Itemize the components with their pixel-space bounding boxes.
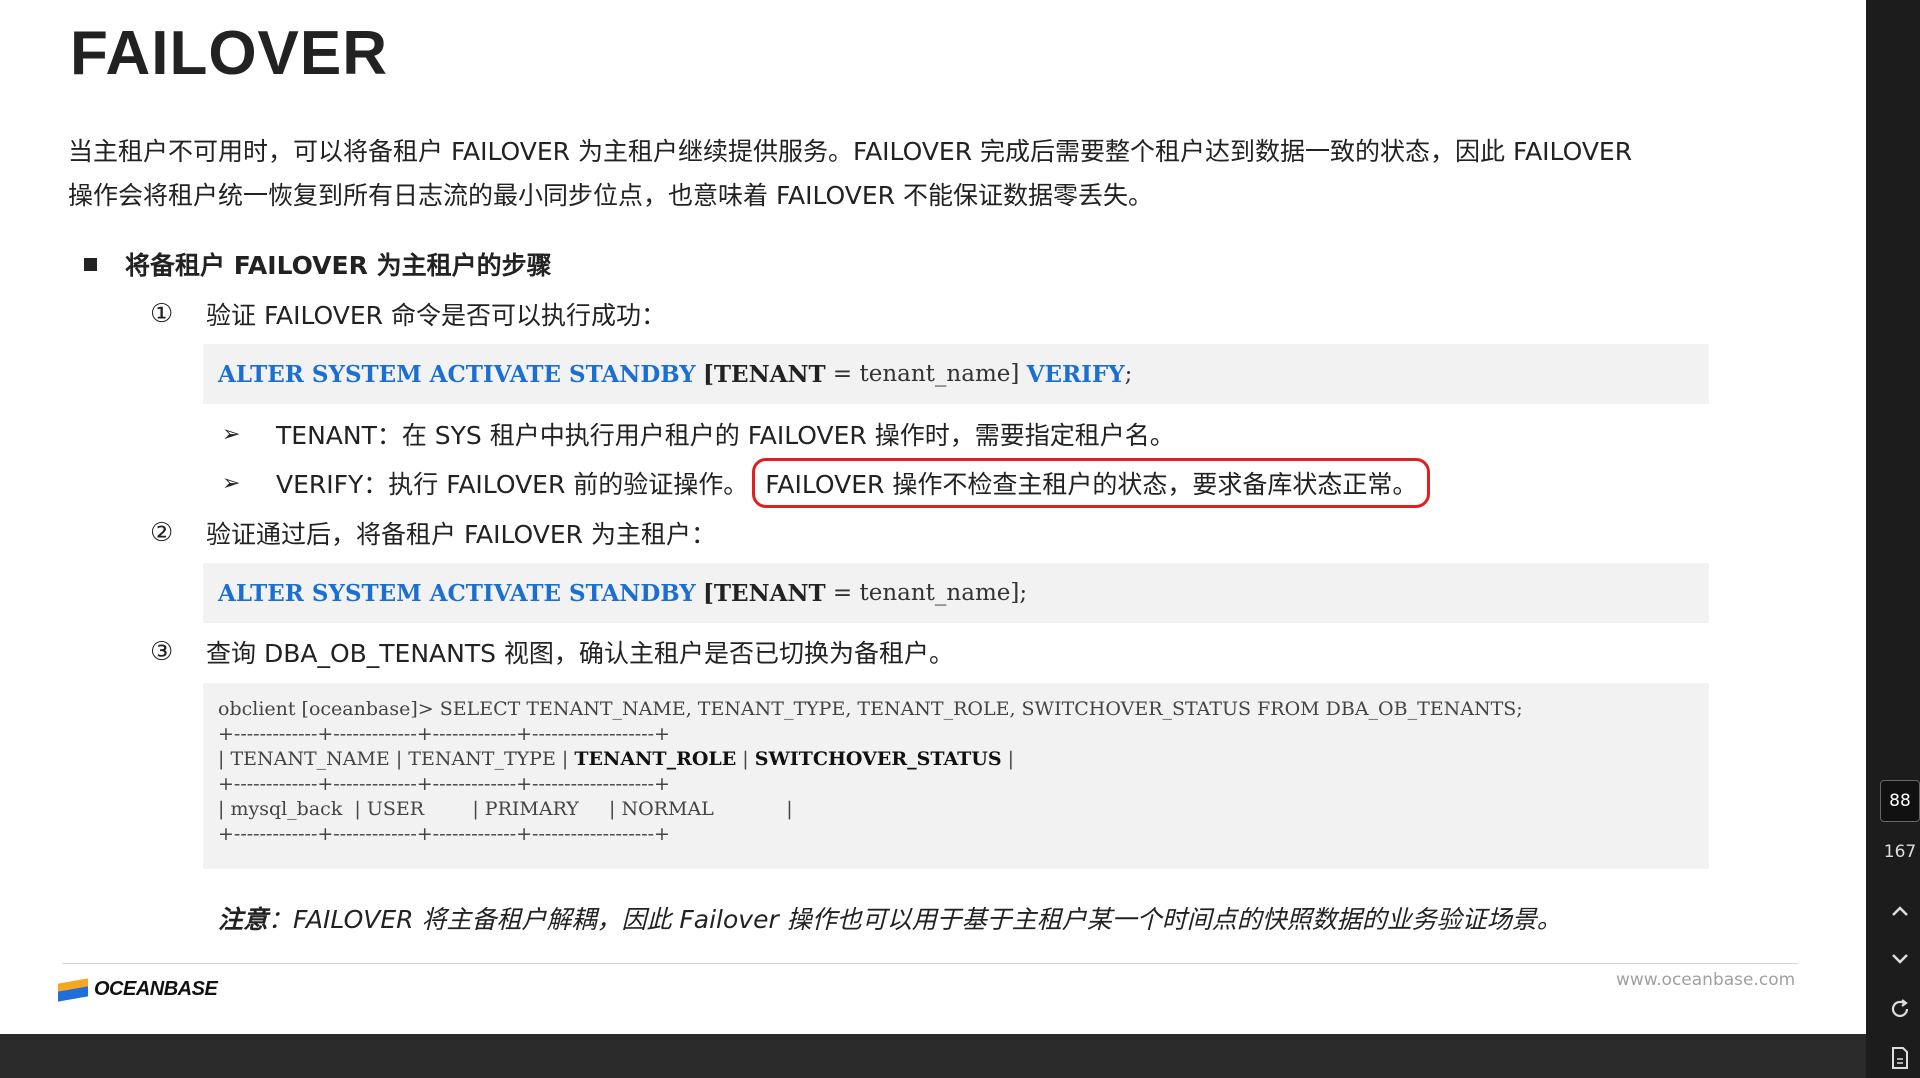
code-arg: = tenant_name]; <box>825 580 1028 606</box>
terminal-border: +-------------+-------------+-----------… <box>218 773 670 795</box>
code-keyword: ALTER SYSTEM ACTIVATE STANDBY <box>218 579 696 607</box>
document-icon[interactable] <box>1880 1046 1920 1076</box>
terminal-row: | mysql_back | USER | PRIMARY | NORMAL | <box>218 798 793 820</box>
note-text: ：FAILOVER 将主备租户解耦，因此 Failover 操作也可以用于基于主… <box>268 905 1562 934</box>
sub-item-text: VERIFY：执行 FAILOVER 前的验证操作。 <box>276 470 749 499</box>
terminal-border: +-------------+-------------+-----------… <box>218 723 670 745</box>
section-heading: 将备租户 FAILOVER 为主租户的步骤 <box>125 251 552 280</box>
footer-website: www.oceanbase.com <box>1616 970 1796 990</box>
step-3: ③ 查询 DBA_OB_TENANTS 视图，确认主租户是否已切换为备租户。 <box>150 634 954 670</box>
step-text: 验证 FAILOVER 命令是否可以执行成功： <box>206 301 666 330</box>
slide: FAILOVER 当主租户不可用时，可以将备租户 FAILOVER 为主租户继续… <box>0 0 1866 1034</box>
code-verify: VERIFY <box>1026 360 1125 388</box>
header-end: | <box>1001 748 1015 770</box>
sub-item-tenant: ➢ TENANT：在 SYS 租户中执行用户租户的 FAILOVER 操作时，需… <box>222 416 1175 452</box>
bottom-bar <box>0 1034 1866 1078</box>
chevron-down-icon[interactable] <box>1880 944 1920 974</box>
header-tenant-role: TENANT_ROLE <box>574 748 737 770</box>
square-bullet-icon <box>84 257 97 271</box>
note-label: 注意 <box>218 905 269 934</box>
terminal-command: obclient [oceanbase]> SELECT TENANT_NAME… <box>218 698 1523 720</box>
sub-item-verify: ➢ VERIFY：执行 FAILOVER 前的验证操作。 FAILOVER 操作… <box>222 458 1431 508</box>
code-block-verify: ALTER SYSTEM ACTIVATE STANDBY [TENANT = … <box>203 344 1709 404</box>
step-number: ① <box>150 299 174 329</box>
terminal-border: +-------------+-------------+-----------… <box>218 823 670 845</box>
footer-divider <box>62 963 1798 964</box>
intro-line-1: 当主租户不可用时，可以将备租户 FAILOVER 为主租户继续提供服务。FAIL… <box>68 137 1633 166</box>
step-text: 查询 DBA_OB_TENANTS 视图，确认主租户是否已切换为备租户。 <box>206 639 954 668</box>
code-block-activate: ALTER SYSTEM ACTIVATE STANDBY [TENANT = … <box>203 563 1709 623</box>
oceanbase-logo: OCEANBASE <box>58 977 218 1002</box>
total-pages: 167 <box>1883 842 1917 862</box>
highlighted-note: FAILOVER 操作不检查主租户的状态，要求备库状态正常。 <box>752 458 1431 508</box>
step-number: ② <box>150 518 174 548</box>
code-keyword: ALTER SYSTEM ACTIVATE STANDBY <box>218 360 696 388</box>
step-text: 验证通过后，将备租户 FAILOVER 为主租户： <box>206 520 716 549</box>
intro-paragraph: 当主租户不可用时，可以将备租户 FAILOVER 为主租户继续提供服务。FAIL… <box>68 130 1768 218</box>
header-sep: | <box>736 748 755 770</box>
intro-line-2: 操作会将租户统一恢复到所有日志流的最小同步位点，也意味着 FAILOVER 不能… <box>68 181 1154 210</box>
header-cells: | TENANT_NAME | TENANT_TYPE | <box>218 748 575 770</box>
note: 注意：FAILOVER 将主备租户解耦，因此 Failover 操作也可以用于基… <box>218 900 1562 936</box>
logo-text: OCEANBASE <box>94 978 218 1000</box>
step-1: ① 验证 FAILOVER 命令是否可以执行成功： <box>150 296 666 332</box>
sub-item-text: TENANT：在 SYS 租户中执行用户租户的 FAILOVER 操作时，需要指… <box>276 421 1175 450</box>
header-switchover-status: SWITCHOVER_STATUS <box>754 748 1002 770</box>
arrow-bullet-icon: ➢ <box>222 470 241 496</box>
current-page-input[interactable]: 88 <box>1880 780 1920 822</box>
oceanbase-logo-icon <box>58 977 90 1002</box>
refresh-icon[interactable] <box>1880 998 1920 1028</box>
step-number: ③ <box>150 637 174 667</box>
code-arg: = tenant_name] <box>825 361 1020 387</box>
arrow-bullet-icon: ➢ <box>222 421 241 447</box>
step-2: ② 验证通过后，将备租户 FAILOVER 为主租户： <box>150 515 716 551</box>
slide-title: FAILOVER <box>70 19 389 88</box>
code-end: ; <box>1124 361 1133 387</box>
terminal-header: | TENANT_NAME | TENANT_TYPE | TENANT_ROL… <box>218 747 1709 772</box>
section-bullet: 将备租户 FAILOVER 为主租户的步骤 <box>84 246 552 282</box>
code-tenant: [TENANT <box>703 360 826 388</box>
terminal-output: obclient [oceanbase]> SELECT TENANT_NAME… <box>203 683 1709 869</box>
chevron-up-icon[interactable] <box>1880 896 1920 926</box>
code-tenant: [TENANT <box>703 579 826 607</box>
